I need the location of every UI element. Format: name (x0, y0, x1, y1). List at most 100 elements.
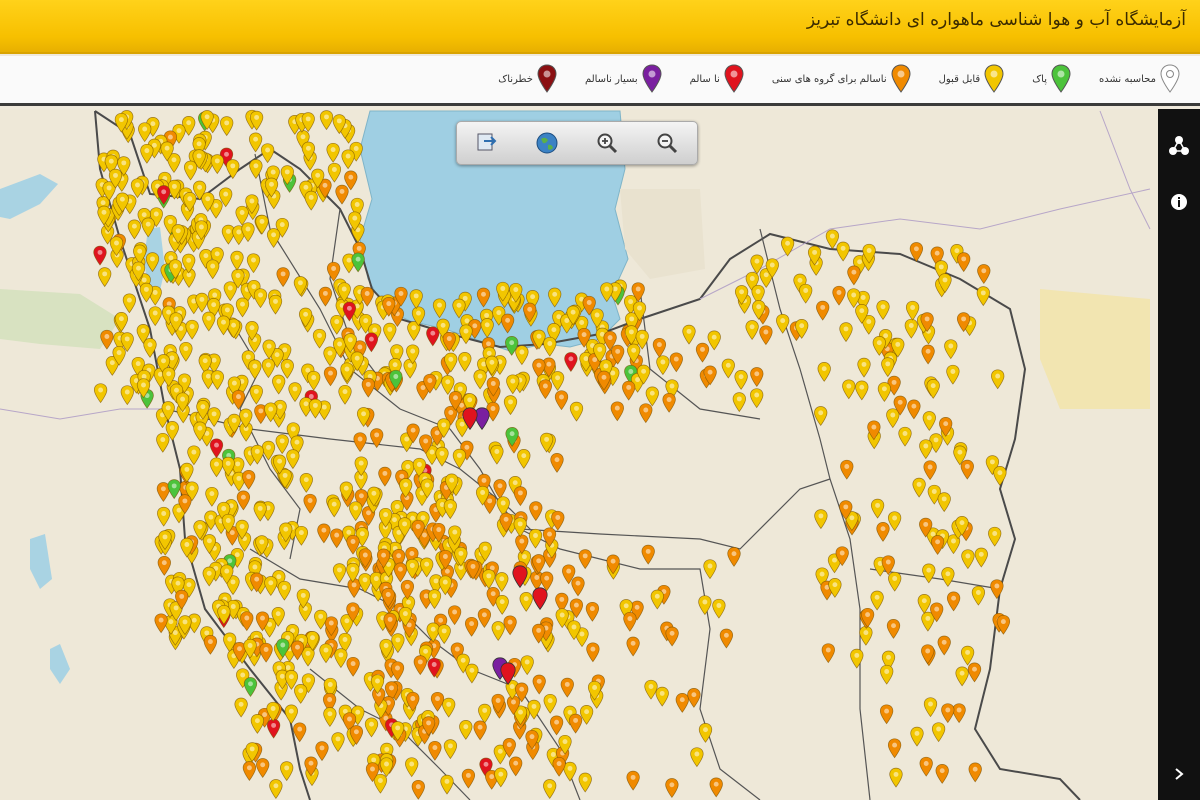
info-button[interactable] (1166, 189, 1192, 215)
station-pin[interactable] (967, 662, 982, 683)
station-pin[interactable] (156, 432, 170, 453)
station-pin[interactable] (411, 779, 425, 800)
station-pin[interactable] (907, 399, 921, 420)
station-pin[interactable] (378, 466, 392, 487)
station-pin[interactable] (750, 388, 764, 409)
station-pin[interactable] (961, 549, 975, 570)
station-pin[interactable] (314, 609, 328, 630)
legend-item[interactable]: نا سالم (690, 64, 744, 94)
station-pin[interactable] (880, 664, 894, 685)
station-pin[interactable] (236, 490, 251, 511)
station-pin[interactable] (641, 544, 655, 565)
station-pin[interactable] (294, 525, 309, 546)
station-pin[interactable] (437, 624, 451, 645)
station-pin[interactable] (264, 576, 278, 596)
station-pin[interactable] (317, 523, 331, 544)
station-pin[interactable] (288, 382, 302, 403)
station-pin[interactable] (210, 370, 225, 391)
station-pin[interactable] (303, 493, 317, 514)
station-pin[interactable] (840, 459, 854, 480)
station-pin[interactable] (284, 704, 298, 725)
station-pin[interactable] (957, 252, 971, 273)
station-pin[interactable] (148, 306, 162, 327)
station-pin[interactable] (240, 611, 254, 632)
station-pin[interactable] (319, 110, 334, 131)
station-pin[interactable] (249, 384, 263, 405)
station-pin[interactable] (931, 722, 946, 743)
station-pin[interactable] (390, 661, 405, 682)
legend-item[interactable]: ناسالم برای گروه های سنی (772, 64, 911, 94)
station-pin[interactable] (93, 383, 108, 404)
station-pin[interactable] (140, 143, 154, 164)
station-pin[interactable] (887, 738, 902, 759)
station-pin[interactable] (855, 380, 869, 401)
station-pin[interactable] (340, 362, 354, 383)
station-pin[interactable] (286, 449, 300, 470)
station-pin[interactable] (430, 691, 445, 712)
station-pin[interactable] (361, 377, 375, 398)
station-pin[interactable] (364, 717, 379, 738)
station-pin[interactable] (330, 314, 344, 335)
station-pin[interactable] (323, 366, 338, 387)
station-pin[interactable] (405, 757, 419, 778)
station-pin[interactable] (543, 693, 557, 714)
station-pin[interactable] (473, 369, 487, 390)
globe-button[interactable] (532, 128, 562, 158)
station-pin[interactable] (513, 486, 528, 507)
station-pin[interactable] (690, 747, 704, 768)
station-pin[interactable] (921, 344, 935, 365)
station-pin[interactable] (554, 390, 569, 411)
station-pin[interactable] (623, 611, 637, 632)
station-pin[interactable] (202, 566, 216, 587)
station-pin[interactable] (859, 625, 873, 646)
station-pin[interactable] (988, 526, 1002, 547)
station-pin[interactable] (330, 528, 344, 549)
station-pin[interactable] (413, 655, 427, 676)
station-pin[interactable] (850, 648, 864, 669)
station-pin[interactable] (334, 648, 348, 669)
station-pin[interactable] (299, 473, 313, 493)
station-pin[interactable] (993, 466, 1007, 486)
station-pin[interactable] (447, 605, 462, 626)
station-pin[interactable] (465, 663, 479, 684)
station-pin[interactable] (242, 469, 256, 490)
station-pin[interactable] (209, 457, 224, 478)
station-pin[interactable] (503, 615, 517, 636)
station-pin[interactable] (665, 626, 679, 647)
station-pin[interactable] (780, 236, 795, 257)
station-pin[interactable] (478, 703, 492, 724)
station-pin[interactable] (216, 315, 231, 336)
station-pin[interactable] (509, 756, 523, 777)
station-pin[interactable] (346, 656, 360, 677)
station-pin[interactable] (246, 253, 261, 274)
station-pin[interactable] (474, 407, 490, 431)
station-pin[interactable] (220, 116, 234, 137)
station-pin[interactable] (543, 779, 557, 799)
station-pin[interactable] (937, 492, 951, 513)
station-pin[interactable] (323, 707, 337, 727)
air-quality-map[interactable] (0, 109, 1158, 800)
station-pin[interactable] (326, 142, 340, 163)
station-pin[interactable] (886, 408, 900, 429)
station-pin[interactable] (331, 732, 345, 753)
station-pin[interactable] (926, 379, 940, 399)
station-pin[interactable] (206, 259, 220, 280)
station-pin[interactable] (440, 774, 454, 795)
station-pin[interactable] (839, 322, 853, 343)
station-pin[interactable] (315, 741, 329, 762)
station-pin[interactable] (280, 359, 294, 379)
station-pin[interactable] (698, 595, 712, 616)
station-pin[interactable] (645, 386, 659, 407)
station-pin[interactable] (338, 384, 352, 405)
station-pin[interactable] (532, 587, 548, 611)
station-pin[interactable] (991, 369, 1005, 390)
station-pin[interactable] (231, 389, 246, 410)
station-pin[interactable] (226, 159, 240, 180)
station-pin[interactable] (318, 286, 333, 307)
station-pin[interactable] (695, 342, 710, 363)
station-pin[interactable] (569, 401, 584, 422)
station-pin[interactable] (923, 460, 937, 481)
station-pin[interactable] (459, 324, 473, 345)
station-pin[interactable] (655, 686, 669, 707)
station-pin[interactable] (898, 426, 912, 447)
